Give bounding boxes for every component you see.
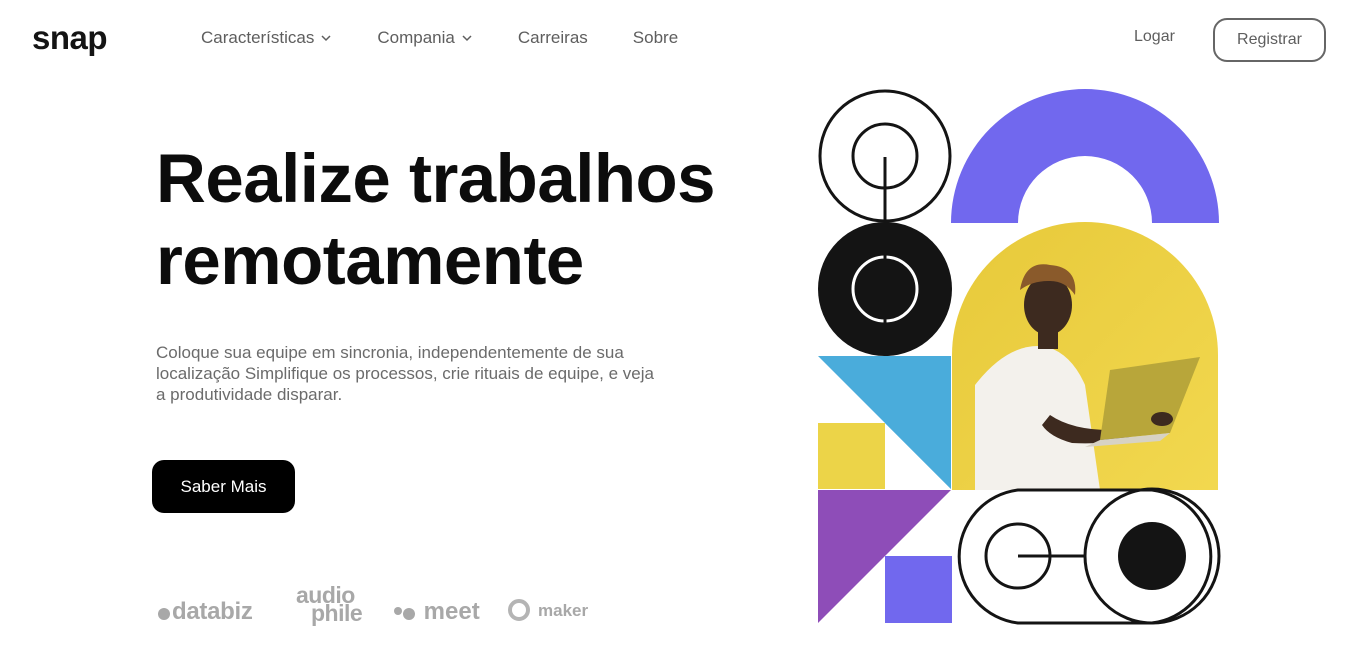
- meet-dot-icon: [403, 608, 415, 620]
- nav-label: Sobre: [632, 28, 679, 47]
- blue-triangle-small-shape: [885, 423, 951, 489]
- purple-square-shape: [885, 556, 952, 623]
- hero-title: Realize trabalhos remotamente: [156, 138, 776, 302]
- maker-text: maker: [538, 601, 589, 620]
- databiz-logo: databiz: [158, 598, 253, 626]
- databiz-dot-icon: [158, 608, 170, 620]
- nav-item-sobre[interactable]: Sobre: [633, 28, 678, 48]
- purple-arch-shape: [951, 89, 1219, 223]
- brand-logo[interactable]: snap: [32, 18, 108, 58]
- meet-text: meet: [423, 598, 480, 625]
- hero-title-line-2: remotamente: [156, 222, 584, 299]
- nav-label: Características: [201, 28, 315, 47]
- hero-description: Coloque sua equipe em sincronia, indepen…: [156, 343, 654, 404]
- learn-more-button[interactable]: Saber Mais: [152, 460, 295, 513]
- meet-dot-icon: [394, 607, 402, 615]
- chevron-down-icon: [462, 35, 472, 42]
- login-link[interactable]: Logar: [1134, 28, 1175, 46]
- databiz-text: databiz: [172, 598, 253, 625]
- nav-item-carreiras[interactable]: Carreiras: [518, 28, 588, 48]
- nav-label: Compania: [377, 28, 455, 47]
- site-header: snap Características Compania Carreiras …: [0, 0, 1366, 78]
- nav-label: Carreiras: [517, 28, 588, 47]
- person-photo: [952, 222, 1218, 490]
- maker-ring-icon: [508, 599, 530, 621]
- chevron-down-icon: [321, 35, 331, 42]
- audiophile-logo: audio phile: [296, 584, 363, 625]
- register-button[interactable]: Registrar: [1213, 18, 1326, 62]
- nav-item-caracteristicas[interactable]: Características: [201, 28, 332, 48]
- yellow-square-shape: [818, 423, 885, 489]
- maker-logo: maker: [508, 599, 588, 621]
- hero-title-line-1: Realize trabalhos: [156, 140, 716, 217]
- bottom-pill-shape: [957, 487, 1221, 625]
- main-nav: Características Compania Carreiras Sobre: [201, 27, 723, 49]
- hero-illustration: [818, 89, 1221, 625]
- nav-item-compania[interactable]: Compania: [377, 28, 473, 48]
- meet-logo: meet: [394, 598, 480, 626]
